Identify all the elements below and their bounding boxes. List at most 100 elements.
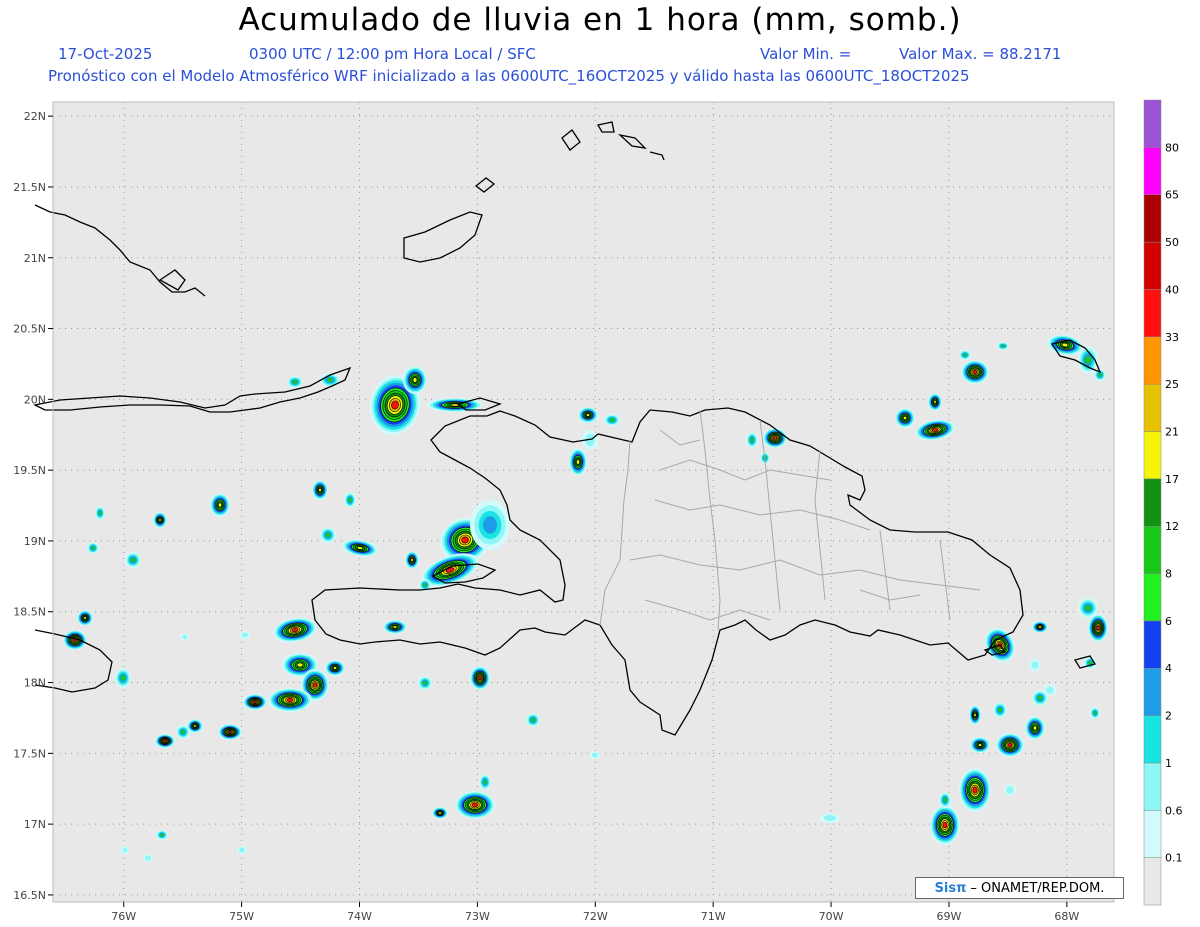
rain-cell <box>320 527 336 543</box>
rain-cell <box>569 448 587 476</box>
colorbar-label: 6 <box>1165 615 1172 628</box>
colorbar-label: 0.1 <box>1165 852 1183 865</box>
colorbar-swatch <box>1143 289 1162 338</box>
colorbar-label: 12 <box>1165 520 1179 533</box>
rain-cell <box>153 512 167 528</box>
rain-cell <box>344 492 356 508</box>
colorbar-swatch <box>1143 620 1162 669</box>
colorbar-swatch <box>1143 147 1162 195</box>
rain-cell <box>125 552 141 568</box>
rain-cell <box>959 350 971 360</box>
colorbar-swatch <box>1143 525 1162 574</box>
lon-tick-label: 75W <box>229 910 254 923</box>
rain-cell <box>383 620 407 634</box>
lat-tick-label: 18N <box>24 677 46 690</box>
colorbar-label: 0.6 <box>1165 804 1183 817</box>
colorbar-label: 33 <box>1165 331 1179 344</box>
rain-cell <box>939 792 951 808</box>
lon-tick-label: 69W <box>937 910 962 923</box>
rain-cell <box>403 366 427 394</box>
rain-cell <box>237 846 247 854</box>
longitude-labels: 76W 75W 74W 73W 72W 71W 70W 69W 68W <box>111 902 1079 923</box>
colorbar-swatch <box>1143 383 1162 432</box>
colorbar-label: 65 <box>1165 189 1179 202</box>
rain-cell <box>455 791 495 819</box>
colorbar-swatch <box>1143 573 1162 622</box>
colorbar-swatch <box>1143 194 1162 243</box>
rain-cell <box>746 432 758 448</box>
rain-cell <box>181 633 189 641</box>
colorbar-swatch <box>1143 431 1162 480</box>
colorbar-label: 40 <box>1165 283 1179 296</box>
rain-cell <box>969 705 981 725</box>
rain-cell <box>470 500 510 550</box>
lon-tick-label: 71W <box>701 910 726 923</box>
colorbar-swatch <box>1143 478 1162 527</box>
rain-cell <box>1088 614 1108 642</box>
valid-date: 17-Oct-2025 <box>58 45 153 63</box>
valid-time: 0300 UTC / 12:00 pm Hora Local / SFC <box>249 45 536 63</box>
rain-cell <box>590 751 600 759</box>
rain-cell <box>997 342 1009 350</box>
colorbar-swatch <box>1143 762 1162 811</box>
colorbar-label: 17 <box>1165 473 1179 486</box>
rain-cell <box>1004 784 1016 796</box>
lat-tick-label: 18.5N <box>13 606 46 619</box>
rain-cell <box>63 630 87 650</box>
rain-cell <box>996 733 1024 757</box>
colorbar-swatch <box>1143 667 1162 716</box>
colorbar-label: 80 <box>1165 141 1179 154</box>
rain-cell <box>1032 621 1048 633</box>
lat-tick-label: 22N <box>24 110 46 123</box>
rain-cell <box>243 694 267 710</box>
colorbar: 0.10.612468121721253340506580 <box>1143 99 1183 906</box>
lon-tick-label: 73W <box>465 910 490 923</box>
rain-cell <box>77 610 93 626</box>
rain-cell <box>218 724 242 740</box>
rain-cell <box>240 631 250 639</box>
map-title: Acumulado de lluvia en 1 hora (mm, somb.… <box>238 2 962 38</box>
lat-tick-label: 17.5N <box>13 747 46 760</box>
rain-cell <box>1025 716 1045 740</box>
lon-tick-label: 74W <box>347 910 372 923</box>
colorbar-swatch <box>1143 715 1162 764</box>
colorbar-label: 1 <box>1165 757 1172 770</box>
rain-cell <box>970 737 990 753</box>
model-info: Pronóstico con el Modelo Atmosférico WRF… <box>48 67 970 85</box>
rain-cell <box>820 813 840 823</box>
colorbar-swatch <box>1143 336 1162 385</box>
rain-cell <box>156 830 168 840</box>
rain-cell <box>993 702 1007 718</box>
colorbar-label: 25 <box>1165 378 1179 391</box>
rain-cell <box>95 506 105 520</box>
rain-cell <box>325 660 345 676</box>
colorbar-swatch <box>1143 810 1162 858</box>
max-value: Valor Max. = 88.2171 <box>899 45 1062 63</box>
rain-cell <box>961 360 989 384</box>
credit-box: Sisπ – ONAMET/REP.DOM. <box>915 877 1124 899</box>
rain-cell <box>1044 684 1056 696</box>
rain-cell <box>312 480 328 500</box>
rain-cell <box>1029 659 1041 671</box>
rain-cell <box>405 551 419 569</box>
sispi-logo: Sisπ <box>934 880 967 896</box>
min-value: Valor Min. = <box>760 45 852 63</box>
rain-cell <box>763 428 787 448</box>
rain-cell <box>1090 707 1100 719</box>
rainfall-map: 22N 21.5N 21N 20.5N 20N 19.5N 19N 18.5N 18N 17.5N… <box>13 99 1183 923</box>
lat-tick-label: 20N <box>24 393 46 406</box>
colorbar-label: 4 <box>1165 662 1172 675</box>
rain-cell <box>143 854 153 862</box>
lat-tick-label: 20.5N <box>13 323 46 336</box>
rain-cell <box>418 676 432 690</box>
lat-tick-label: 19N <box>24 535 46 548</box>
lat-tick-label: 21N <box>24 252 46 265</box>
rain-cell <box>895 408 915 428</box>
rain-cell <box>121 846 129 854</box>
lon-tick-label: 72W <box>583 910 608 923</box>
lat-tick-label: 19.5N <box>13 464 46 477</box>
rain-cell <box>479 774 491 790</box>
rain-cell <box>268 688 312 712</box>
latitude-labels: 22N 21.5N 21N 20.5N 20N 19.5N 19N 18.5N 18N 17.5N… <box>13 110 53 902</box>
credit-text: – ONAMET/REP.DOM. <box>970 880 1105 896</box>
